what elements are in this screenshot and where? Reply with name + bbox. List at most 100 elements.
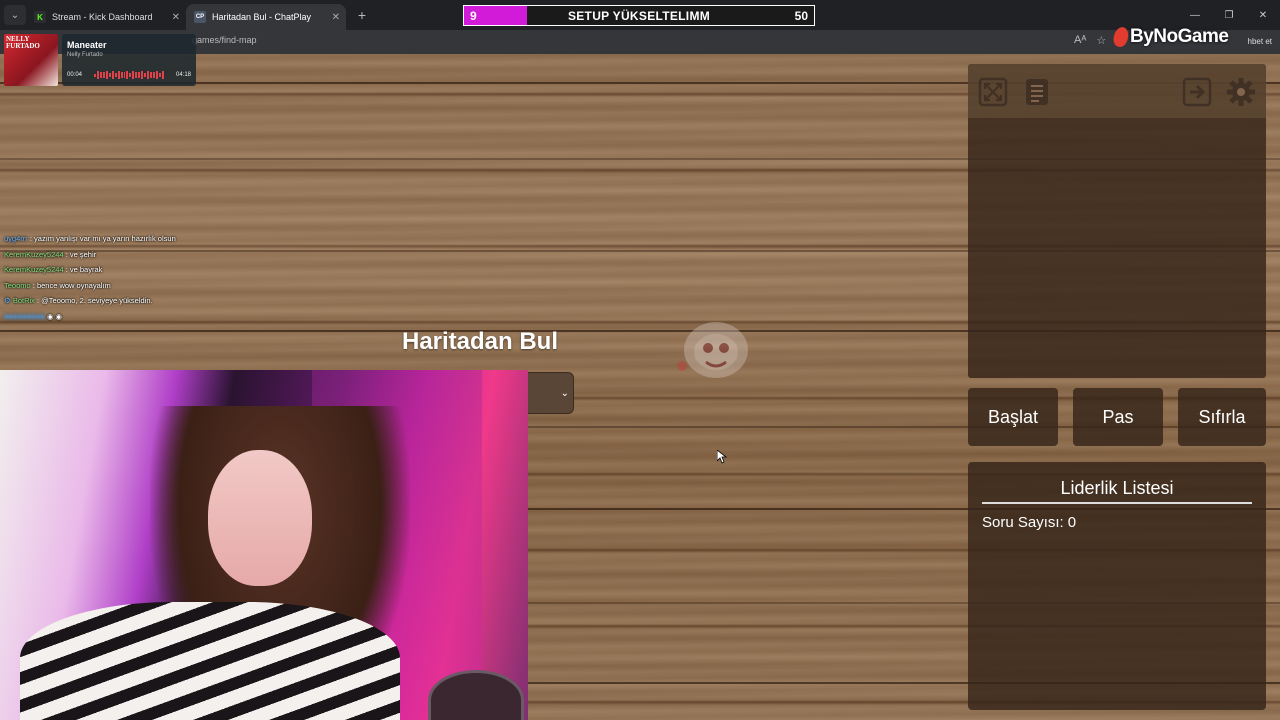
waveform-bar (99, 72, 102, 78)
chat-message: ⚙ BotRix : @Teoomo, 2. seviyeye yükseldi… (4, 293, 176, 309)
close-window-icon[interactable]: ✕ (1246, 10, 1280, 21)
waveform-bar (120, 71, 123, 79)
emote-icon: ◉ ◉ (46, 311, 63, 321)
waveform-bar (111, 71, 114, 79)
settings-icon[interactable] (1224, 76, 1258, 108)
minimize-icon[interactable]: — (1178, 10, 1212, 21)
waveform-bar (129, 73, 132, 77)
chevron-down-icon: ⌄ (560, 387, 569, 399)
fullscreen-icon[interactable] (976, 76, 1010, 108)
restore-icon[interactable]: ❐ (1212, 10, 1246, 21)
chat-message: KeremKuzey5244 : ve bayrak (4, 262, 176, 278)
chat-username: KeremKuzey5244 (4, 265, 64, 274)
brand-logo: ByNoGame (1111, 25, 1229, 49)
chat-overlay: uyg4rrr : yazım yanlışı var mı ya yarın … (4, 231, 176, 324)
tab-label: Haritadan Bul - ChatPlay (212, 12, 312, 22)
brand-name: ByNoGame (1130, 26, 1229, 47)
waveform-bar (135, 71, 138, 78)
start-button[interactable]: Başlat (968, 388, 1058, 446)
game-panel (968, 64, 1266, 378)
waveform-bar (108, 72, 111, 78)
album-cover: NELLY FURTADO (4, 34, 58, 86)
waveform-bar (153, 71, 156, 79)
leaderboard-panel: Liderlik Listesi Soru Sayısı: 0 (968, 462, 1266, 710)
tab-kick-dashboard[interactable]: K Stream - Kick Dashboard ✕ (26, 4, 186, 30)
favorite-star-icon[interactable]: ☆ (1096, 34, 1106, 47)
bot-badge-icon: ⚙ (4, 296, 11, 305)
waveform-bar (161, 71, 164, 79)
waveform-bar (141, 71, 144, 79)
track-artist: Nelly Furtado (67, 52, 103, 58)
waveform-bar (156, 71, 158, 79)
waveform-bar (138, 71, 141, 78)
chat-username: uyg4rrr (4, 234, 28, 243)
reset-button[interactable]: Sıfırla (1178, 388, 1266, 446)
track-duration: 04:18 (175, 72, 191, 78)
tab-chatplay[interactable]: CP Haritadan Bul - ChatPlay ✕ (186, 4, 346, 30)
avatar (428, 670, 524, 720)
waveform-bar (114, 72, 117, 78)
streamer-face (208, 450, 312, 586)
chat-username-blurred: ■■■■■■■■■ (4, 311, 45, 321)
waveform-bar (123, 72, 126, 78)
close-icon[interactable]: ✕ (172, 12, 180, 23)
read-aloud-icon[interactable]: Aᴬ (1074, 34, 1086, 47)
waveform-bar (96, 71, 99, 79)
new-tab-button[interactable]: + (352, 7, 372, 23)
goal-title: SETUP YÜKSELTELIMM (567, 8, 711, 23)
track-elapsed: 00:04 (67, 72, 83, 78)
address-bar-icons: Aᴬ ☆ (1074, 34, 1106, 47)
waveform-bar (147, 71, 150, 79)
url-text[interactable]: games/find-map (192, 35, 257, 45)
chat-text: : @Teoomo, 2. seviyeye yükseldin. (37, 296, 153, 305)
webcam-feed (0, 370, 528, 720)
track-info: Maneater Nelly Furtado 00:04 04:18 (62, 34, 196, 86)
document-icon[interactable] (1020, 76, 1054, 108)
screen: ⌄ K Stream - Kick Dashboard ✕ CP Haritad… (0, 0, 1280, 720)
chat-text: : ve bayrak (65, 265, 103, 274)
pass-button[interactable]: Pas (1073, 388, 1163, 446)
question-count-value: 0 (1067, 514, 1077, 531)
waveform-bar (117, 71, 120, 79)
chat-message: Teoomo : bence wow oynayalım (4, 278, 176, 294)
waveform-bar (158, 72, 161, 78)
chat-message: KeremKuzey5244 : ve şehir (4, 247, 176, 263)
chat-text: : ve şehir (65, 249, 97, 259)
stream-goal-bar: 9 SETUP YÜKSELTELIMM 50 (463, 5, 815, 26)
map-select-dropdown[interactable]: ⌄ (526, 372, 574, 414)
panel-toolbar (968, 64, 1266, 118)
tab-label: Stream - Kick Dashboard (52, 12, 153, 22)
waveform-bar (144, 73, 147, 77)
chat-message: uyg4rrr : yazım yanlışı var mı ya yarın … (4, 231, 176, 247)
chat-message: ■■■■■■■■■ ◉ ◉ (4, 309, 176, 325)
waveform-bar (94, 73, 96, 77)
mascot-watermark-icon (677, 322, 748, 378)
chat-username: BotRix (12, 296, 35, 305)
flame-icon (1111, 25, 1131, 49)
waveform-bar (105, 71, 108, 79)
leaderboard-title: Liderlik Listesi (1060, 478, 1174, 498)
chat-text: : bence wow oynayalım (32, 280, 111, 290)
question-count: Soru Sayısı: 0 (982, 514, 1076, 531)
tab-search-button[interactable]: ⌄ (4, 5, 26, 25)
mouse-cursor-icon (717, 450, 727, 464)
album-text: NELLY FURTADO (6, 35, 40, 50)
waveform-bar (132, 71, 135, 79)
track-title: Maneater (67, 40, 107, 50)
waveform-bar (150, 72, 153, 78)
chat-text: : yazım yanlışı var mı ya yarın hazırlık… (29, 234, 176, 243)
chat-username: KeremKuzey5244 (4, 249, 64, 259)
game-title: Haritadan Bul (401, 328, 559, 355)
goal-target: 50 (794, 8, 808, 23)
kick-icon: K (34, 11, 46, 23)
waveform-bar (126, 71, 129, 79)
question-count-label: Soru Sayısı: (982, 514, 1064, 531)
waveform (94, 71, 164, 79)
now-playing-widget: NELLY FURTADO Maneater Nelly Furtado 00:… (4, 34, 196, 88)
chat-username: Teoomo (4, 280, 31, 290)
exit-icon[interactable] (1180, 76, 1214, 108)
divider (982, 502, 1252, 504)
waveform-bar (102, 71, 105, 79)
striped-shirt (20, 602, 400, 720)
close-icon[interactable]: ✕ (332, 12, 340, 23)
